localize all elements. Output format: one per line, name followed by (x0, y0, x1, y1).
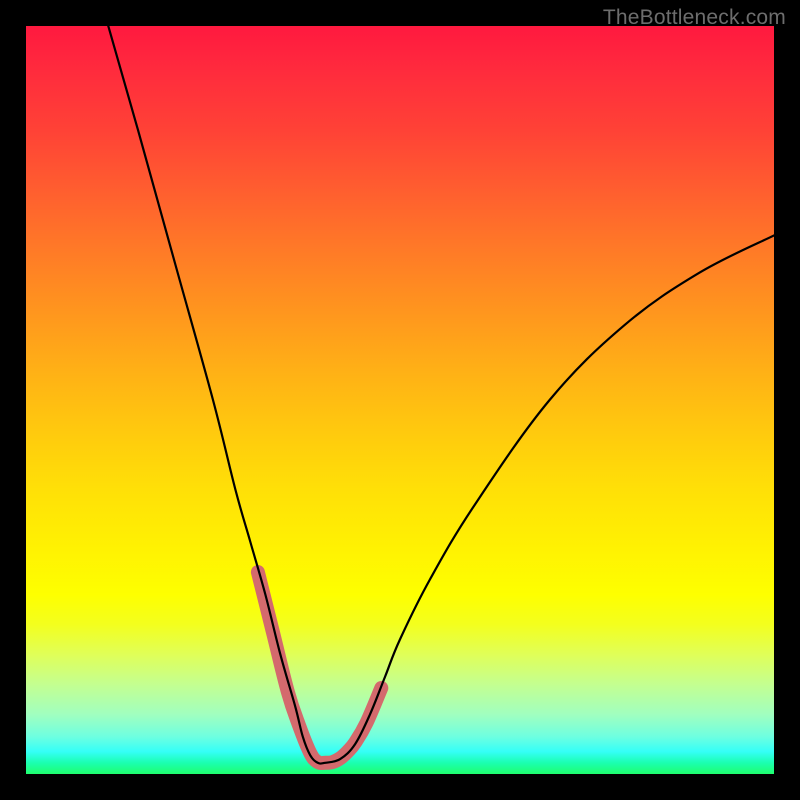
chart-frame: TheBottleneck.com (0, 0, 800, 800)
sweet-spot-highlight (258, 572, 381, 763)
bottleneck-curve (108, 26, 774, 764)
plot-area (26, 26, 774, 774)
watermark-text: TheBottleneck.com (603, 6, 786, 30)
curve-layer (26, 26, 774, 774)
